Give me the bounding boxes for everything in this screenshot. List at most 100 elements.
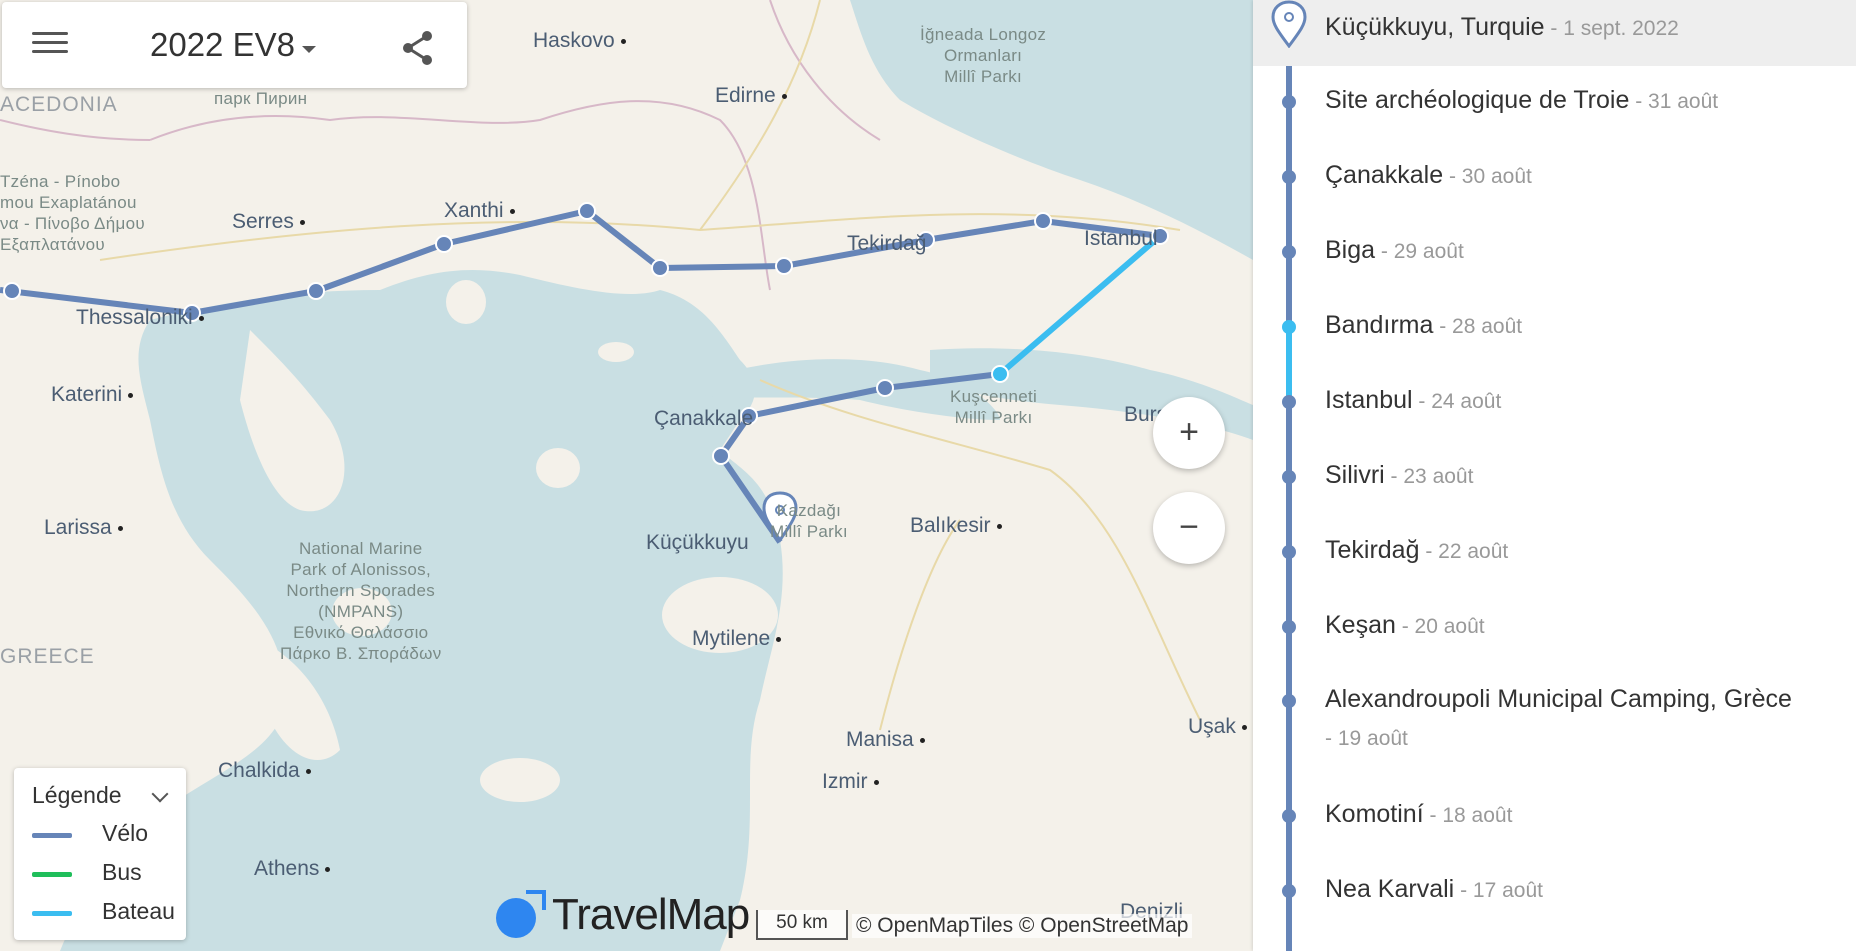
stop-date: - 31 août (1629, 90, 1719, 113)
place-label: Uşak (1188, 715, 1247, 739)
stop-name: Küçükkuyu, Turquie (1325, 13, 1545, 41)
scale-bar: 50 km (756, 910, 848, 940)
zoom-out-button[interactable]: − (1153, 492, 1225, 564)
stop-date: - 22 août (1419, 540, 1509, 563)
country-label: GREECE (0, 645, 95, 668)
stop-item[interactable]: Nea Karvali - 17 août (1253, 869, 1856, 919)
legend-label: Bus (102, 859, 142, 885)
stop-dot (1282, 95, 1296, 109)
place-label: Thessaloniki (76, 306, 204, 330)
stop-date: - 30 août (1443, 165, 1532, 188)
stop-date: - 23 août (1384, 465, 1474, 488)
stop-item[interactable]: Silivri - 23 août (1253, 455, 1856, 505)
stop-item[interactable]: Alexandroupoli Municipal Camping, Grèce … (1253, 679, 1856, 769)
stop-item[interactable]: Küçükkuyu, Turquie - 1 sept. 2022 (1253, 0, 1856, 66)
place-label: Mytilene (692, 627, 781, 651)
place-label: Xanthi (444, 199, 515, 223)
stop-name: Keşan (1325, 611, 1396, 639)
stop-date: - 19 août (1325, 727, 1408, 750)
stops-panel[interactable]: Küçükkuyu, Turquie - 1 sept. 2022 Site a… (1253, 0, 1856, 951)
stop-name: Komotiní (1325, 800, 1424, 828)
map-attribution[interactable]: © OpenMapTiles © OpenStreetMap (852, 914, 1193, 938)
stop-dot (1282, 170, 1296, 184)
stop-dot (1282, 809, 1296, 823)
stop-name: Çanakkale (1325, 161, 1444, 189)
park-label: Kuşcenneti Millî Parkı (950, 387, 1038, 427)
stop-name: Site archéologique de Troie (1325, 86, 1630, 114)
stop-date: - 28 août (1433, 315, 1523, 338)
stop-name: Nea Karvali (1325, 875, 1455, 903)
zoom-in-button[interactable]: + (1153, 397, 1225, 469)
legend: Légende Vélo Bus Bateau (14, 768, 186, 940)
stop-dot (1282, 395, 1296, 409)
chevron-down-icon (151, 785, 169, 803)
place-label: Edirne (715, 84, 787, 108)
country-label: ACEDONIA (0, 93, 118, 116)
legend-label: Vélo (102, 820, 149, 846)
park-label: İğneada Longoz Ormanları Millî Parkı (920, 25, 1047, 86)
stop-dot (1282, 620, 1296, 634)
park-label: Tzéna - Pínobo mou Exaplatánou να - Πίνο… (0, 172, 145, 254)
place-label: Küçükkuyu (646, 531, 749, 554)
place-label: Istanbul (1084, 227, 1158, 250)
place-label: Manisa (846, 728, 925, 752)
menu-icon (32, 32, 68, 35)
legend-swatch (32, 833, 72, 838)
place-label: Balıkesir (910, 514, 1002, 538)
legend-label: Bateau (102, 898, 175, 924)
map-background (0, 0, 1253, 951)
stop-name: Istanbul (1325, 386, 1413, 414)
share-button[interactable] (398, 28, 438, 68)
stop-date: - 18 août (1423, 804, 1513, 827)
park-label: Kazdağı Millî Parkı (770, 501, 848, 541)
stop-item[interactable]: Bandırma - 28 août (1253, 305, 1856, 355)
stop-dot (1282, 884, 1296, 898)
stop-name: Bandırma (1325, 311, 1434, 339)
stop-date: - 20 août (1395, 615, 1485, 638)
place-label: Izmir (822, 770, 879, 794)
stop-item[interactable]: Site archéologique de Troie - 31 août (1253, 80, 1856, 130)
globe-icon (496, 890, 546, 938)
place-label: Serres (232, 210, 305, 234)
stop-item[interactable]: Keşan - 20 août (1253, 605, 1856, 655)
stop-name: Silivri (1325, 461, 1385, 489)
stop-item[interactable]: Biga - 29 août (1253, 230, 1856, 280)
stop-dot (1282, 245, 1296, 259)
legend-swatch (32, 911, 72, 916)
place-label: Athens (254, 857, 330, 881)
place-label: Katerini (51, 383, 133, 407)
place-label: Tekirdağ (847, 232, 927, 255)
stop-name: Alexandroupoli Municipal Camping, Grèce (1325, 685, 1792, 713)
stop-dot (1282, 694, 1296, 708)
stop-name: Tekirdağ (1325, 536, 1420, 564)
travelmap-logo[interactable]: TravelMap (490, 886, 750, 946)
stop-dot (1282, 470, 1296, 484)
legend-swatch (32, 872, 72, 877)
stop-item[interactable]: Istanbul - 24 août (1253, 380, 1856, 430)
stop-date: - 29 août (1375, 240, 1464, 263)
stop-date: - 1 sept. 2022 (1544, 17, 1679, 40)
brand-name: TravelMap (552, 890, 750, 939)
stop-item[interactable]: Tekirdağ - 22 août (1253, 530, 1856, 580)
location-pin-icon (1271, 0, 1307, 48)
park-label: National Marine Park of Alonissos, North… (280, 539, 442, 663)
chevron-down-icon (302, 46, 316, 53)
legend-toggle[interactable]: Légende (32, 782, 122, 809)
stop-dot (1282, 545, 1296, 559)
stop-dot (1282, 320, 1296, 334)
map[interactable]: Haskovo Edirne Serres Xanthi Thessalonik… (0, 0, 1253, 951)
park-label: парк Пирин (214, 89, 308, 108)
stop-date: - 17 août (1454, 879, 1543, 902)
place-label: Larissa (44, 516, 123, 540)
trip-header: 2022 EV8 (2, 2, 467, 88)
place-label: Çanakkale (654, 407, 754, 430)
place-label: Haskovo (533, 29, 626, 53)
share-icon (403, 31, 432, 65)
stop-date: - 24 août (1412, 390, 1502, 413)
stop-name: Biga (1325, 236, 1376, 264)
stop-item[interactable]: Çanakkale - 30 août (1253, 155, 1856, 205)
trip-title-dropdown[interactable]: 2022 EV8 (150, 26, 295, 64)
place-label: Chalkida (218, 759, 311, 783)
menu-button[interactable] (30, 26, 70, 66)
stop-item[interactable]: Komotiní - 18 août (1253, 794, 1856, 844)
